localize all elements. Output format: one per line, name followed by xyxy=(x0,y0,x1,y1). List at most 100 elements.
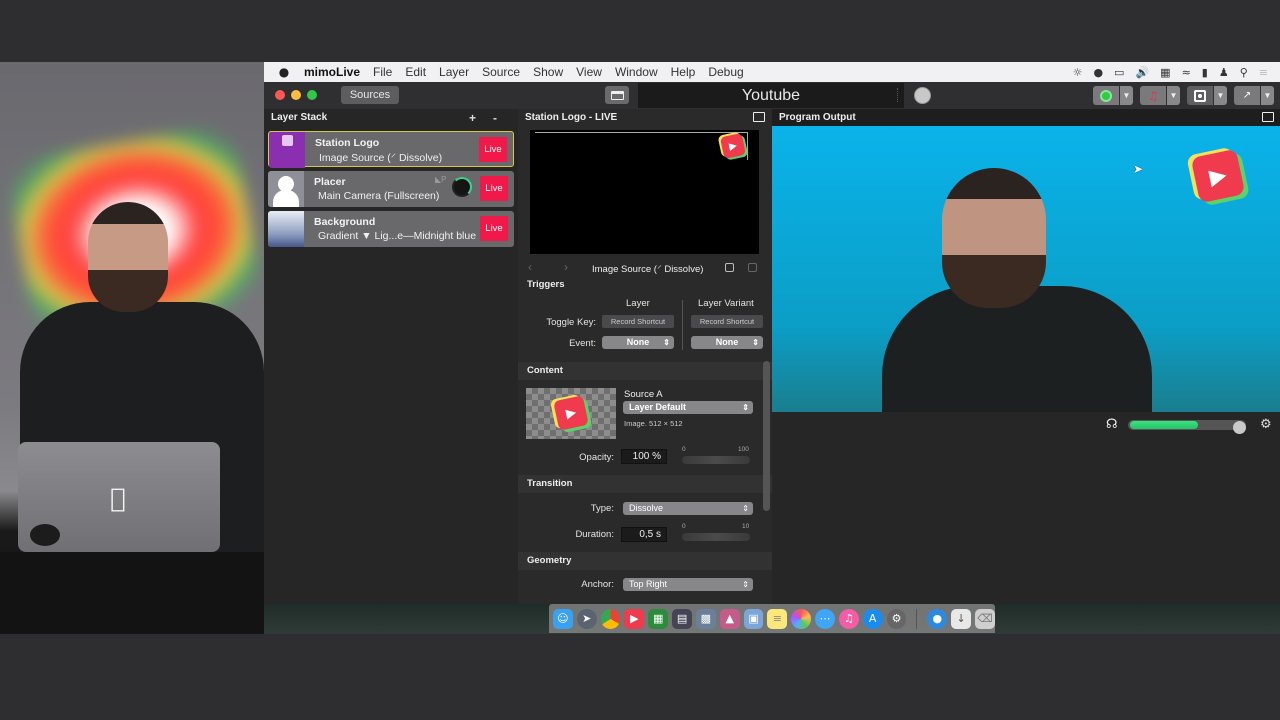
remove-layer-button[interactable]: - xyxy=(493,109,497,127)
anchor-select[interactable]: Top Right ⇕ xyxy=(623,578,753,591)
triggers-heading: Triggers xyxy=(518,276,772,294)
live-toggle-button[interactable]: Live xyxy=(480,176,508,201)
spotlight-search-icon[interactable]: ⚲ xyxy=(1240,66,1248,79)
app-6-icon[interactable]: ▤ xyxy=(672,608,692,629)
opacity-input[interactable]: 100 % xyxy=(621,449,667,464)
presenter-head xyxy=(942,168,1046,308)
apple-menu-icon[interactable]: ● xyxy=(264,65,304,79)
coffee-cup-icon[interactable]: ● xyxy=(1093,66,1103,79)
close-window-button[interactable] xyxy=(275,90,285,100)
document-settings-button[interactable] xyxy=(605,86,629,104)
resize-grip[interactable] xyxy=(897,88,899,102)
fullscreen-button[interactable]: ↗ xyxy=(1234,86,1260,105)
opacity-label: Opacity: xyxy=(579,452,614,463)
menu-help[interactable]: Help xyxy=(671,65,696,79)
opacity-slider-max: 100 xyxy=(738,446,749,453)
wifi-icon[interactable]: ≈ xyxy=(1182,66,1191,79)
layer-stack-title: Layer Stack xyxy=(271,112,328,123)
itunes-icon[interactable]: ♫ xyxy=(838,608,859,629)
zoom-window-button[interactable] xyxy=(307,90,317,100)
recording-button[interactable]: ♫ xyxy=(1140,86,1166,105)
stream-status-icon xyxy=(1100,89,1112,102)
next-variant-button[interactable]: › xyxy=(564,260,568,274)
menu-debug[interactable]: Debug xyxy=(708,65,743,79)
program-output-video: ▶ ➤ xyxy=(772,126,1280,412)
downloads-icon[interactable]: ↓ xyxy=(951,608,972,629)
logo-play-icon: ▶ xyxy=(728,139,738,153)
minimize-window-button[interactable] xyxy=(291,90,301,100)
menu-edit[interactable]: Edit xyxy=(405,65,426,79)
mouse-cursor-icon: ➤ xyxy=(1133,162,1144,176)
messages-icon[interactable]: ⋯ xyxy=(815,608,835,629)
mimolive-icon[interactable]: ▶ xyxy=(624,608,645,629)
sources-button[interactable]: Sources xyxy=(341,86,399,104)
battery-icon[interactable]: ▮ xyxy=(1202,66,1208,79)
variant-event-select[interactable]: None ⇕ xyxy=(691,336,763,349)
audio-level-slider[interactable] xyxy=(1128,420,1246,434)
output-destination-button[interactable] xyxy=(1187,86,1213,105)
preview-icon[interactable]: ▣ xyxy=(743,608,764,629)
network-globe-icon[interactable]: ● xyxy=(927,608,948,629)
airplay-icon[interactable]: ▭ xyxy=(1114,66,1124,79)
battery-meter-icon[interactable]: ▦ xyxy=(1160,66,1170,79)
detach-output-icon[interactable] xyxy=(1262,112,1274,122)
trash-icon[interactable]: ⌫ xyxy=(975,608,995,629)
layer-row-station-logo[interactable]: Station Logo Image Source (⸍ Dissolve) L… xyxy=(268,131,514,168)
finder-icon[interactable]: ☺ xyxy=(553,608,573,629)
live-streaming-control: ▼ xyxy=(1093,86,1133,105)
app-7-icon[interactable]: ▩ xyxy=(695,608,716,629)
variant-record-shortcut-button[interactable]: Record Shortcut xyxy=(691,315,763,328)
menu-layer[interactable]: Layer xyxy=(439,65,469,79)
recording-dropdown[interactable]: ▼ xyxy=(1167,86,1180,105)
layer-row-placer[interactable]: Placer Main Camera (Fullscreen) ◣P Live xyxy=(268,171,514,207)
menu-file[interactable]: File xyxy=(373,65,392,79)
live-toggle-button[interactable]: Live xyxy=(480,216,508,241)
live-streaming-dropdown[interactable]: ▼ xyxy=(1120,86,1133,105)
live-toggle-button[interactable]: Live xyxy=(479,137,507,162)
show-start-button[interactable] xyxy=(914,87,931,104)
live-streaming-button[interactable] xyxy=(1093,86,1119,105)
notification-center-icon[interactable]: ≡ xyxy=(1259,66,1268,79)
add-layer-button[interactable]: + xyxy=(469,109,476,127)
app-5-icon[interactable]: ▦ xyxy=(648,608,669,629)
source-select[interactable]: Layer Default ⇕ xyxy=(623,401,753,414)
layer-editor-scrollbar[interactable] xyxy=(763,361,770,511)
app-8-icon[interactable]: ▲ xyxy=(719,608,740,629)
layer-record-shortcut-button[interactable]: Record Shortcut xyxy=(602,315,674,328)
chrome-icon[interactable] xyxy=(600,608,621,629)
audio-settings-gear-icon[interactable]: ⚙ xyxy=(1260,417,1272,432)
volume-icon[interactable]: 🔊 xyxy=(1135,66,1149,79)
menu-show[interactable]: Show xyxy=(533,65,563,79)
layer-event-select[interactable]: None ⇕ xyxy=(602,336,674,349)
audio-volume-knob[interactable] xyxy=(1233,421,1246,434)
remove-variant-icon[interactable] xyxy=(748,263,757,272)
app-store-icon[interactable]: A xyxy=(862,608,883,629)
launchpad-icon[interactable]: ➤ xyxy=(576,608,597,629)
fullscreen-dropdown[interactable]: ▼ xyxy=(1261,86,1274,105)
headphones-icon[interactable]: ☊ xyxy=(1106,417,1118,432)
detach-preview-icon[interactable] xyxy=(753,112,765,122)
add-variant-icon[interactable] xyxy=(725,263,734,272)
layer-title: Placer xyxy=(314,176,346,188)
menu-window[interactable]: Window xyxy=(615,65,658,79)
volume-knob[interactable] xyxy=(452,177,472,197)
chevron-updown-icon: ⇕ xyxy=(742,403,749,412)
menu-app-name[interactable]: mimoLive xyxy=(304,65,360,79)
macos-dock: ☺ ➤ ▶ ▦ ▤ ▩ ▲ ▣ ≡ ⋯ ♫ A ⚙ ● ↓ ⌫ xyxy=(549,604,995,633)
opacity-slider[interactable] xyxy=(682,456,750,464)
desk xyxy=(0,552,264,634)
duration-input[interactable]: 0,5 s xyxy=(621,527,667,542)
menu-source[interactable]: Source xyxy=(482,65,520,79)
system-preferences-icon[interactable]: ⚙ xyxy=(886,608,907,629)
previous-variant-button[interactable]: ‹ xyxy=(528,260,532,274)
menu-view[interactable]: View xyxy=(576,65,602,79)
transition-type-select[interactable]: Dissolve ⇕ xyxy=(623,502,753,515)
notes-icon[interactable]: ≡ xyxy=(767,608,788,629)
brightness-icon[interactable]: ☼ xyxy=(1073,66,1083,79)
photos-icon[interactable] xyxy=(791,608,812,629)
duration-slider[interactable] xyxy=(682,533,750,541)
user-icon[interactable]: ♟ xyxy=(1219,66,1229,79)
menubar-status-area: ☼ ● ▭ 🔊 ▦ ≈ ▮ ♟ ⚲ ≡ xyxy=(1073,66,1280,79)
layer-row-background[interactable]: Background Gradient ▼ Lig...e—Midnight b… xyxy=(268,211,514,247)
output-destination-dropdown[interactable]: ▼ xyxy=(1214,86,1227,105)
